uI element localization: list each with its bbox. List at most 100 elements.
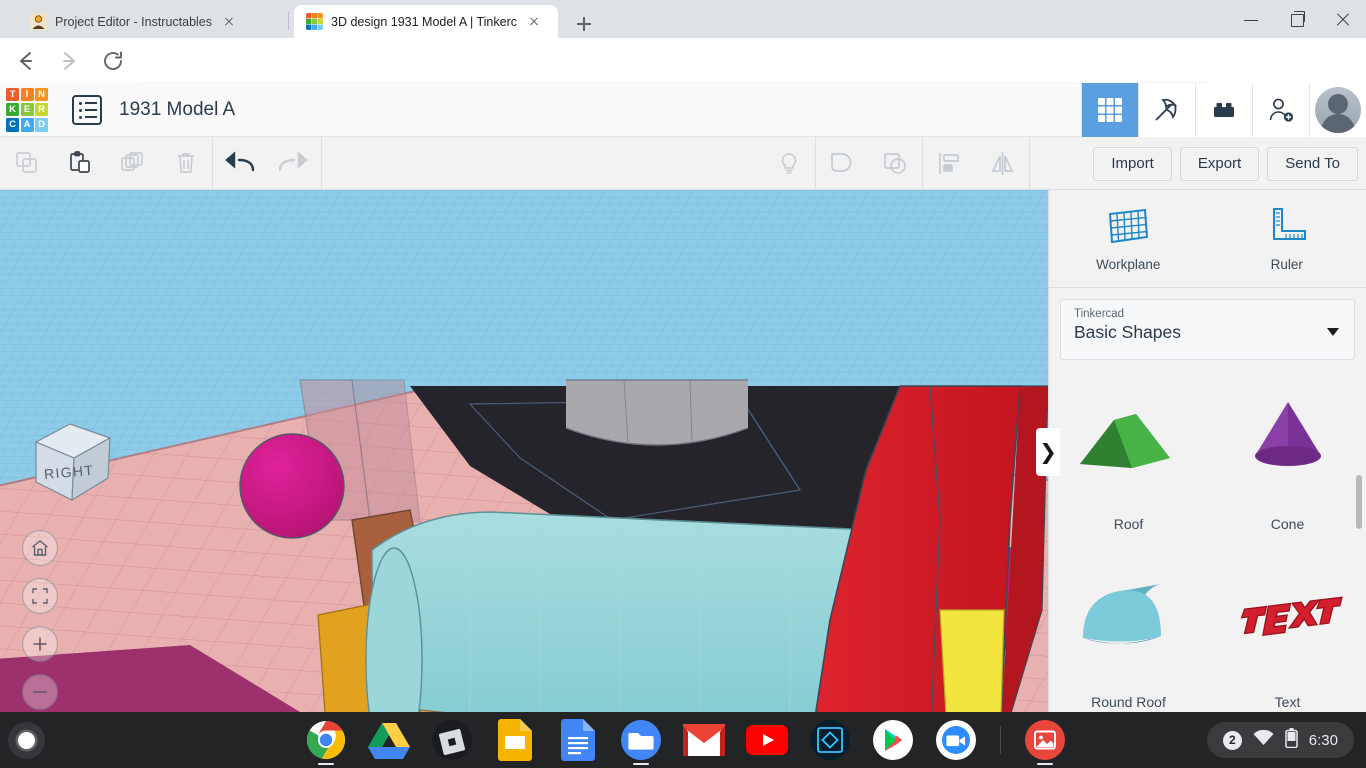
workplane-icon: [1105, 205, 1151, 250]
google-play-icon[interactable]: [869, 716, 917, 764]
page-title: 1931 Model A: [119, 99, 235, 121]
library-value: Basic Shapes: [1074, 322, 1341, 343]
avatar[interactable]: [1309, 83, 1366, 137]
screen: Project Editor - Instructables 3D design: [0, 0, 1366, 768]
shapes-panel: Workplane Ruler Tinkercad Basic Shapes: [1048, 190, 1366, 712]
undo-icon[interactable]: [213, 137, 266, 190]
send-to-button[interactable]: Send To: [1267, 147, 1358, 181]
back-icon[interactable]: [6, 42, 44, 80]
copy-icon[interactable]: [0, 137, 53, 190]
logo-tile-e: E: [21, 103, 34, 117]
mirror-icon[interactable]: [976, 137, 1029, 190]
home-view-icon[interactable]: [22, 530, 58, 566]
ruler-label: Ruler: [1271, 257, 1303, 272]
duplicate-icon[interactable]: [106, 137, 159, 190]
logo-tile-i: I: [21, 88, 34, 102]
redo-icon[interactable]: [266, 137, 319, 190]
cone-shape-icon: [1208, 362, 1366, 516]
browser-tab-1-title: 3D design 1931 Model A | Tinkerc: [331, 15, 517, 29]
minimize-icon[interactable]: [1228, 0, 1274, 38]
history-group: [213, 137, 319, 190]
workplane-label: Workplane: [1096, 257, 1160, 272]
taskbar-apps: [302, 716, 1069, 764]
fit-to-view-icon[interactable]: [22, 578, 58, 614]
youtube-icon[interactable]: [743, 716, 791, 764]
gallery-icon[interactable]: [1021, 716, 1069, 764]
add-person-icon[interactable]: [1252, 83, 1309, 137]
browser-tab-0[interactable]: Project Editor - Instructables: [18, 5, 280, 38]
shape-library-select[interactable]: Tinkercad Basic Shapes: [1060, 299, 1355, 360]
maximize-icon[interactable]: [1274, 0, 1320, 38]
logo-tile-c: C: [6, 118, 19, 132]
zoom-icon[interactable]: [932, 716, 980, 764]
roof-shape-icon: [1049, 362, 1208, 516]
system-tray[interactable]: 2 6:30: [1207, 722, 1354, 758]
paste-icon[interactable]: [53, 137, 106, 190]
group-icon[interactable]: [816, 137, 869, 190]
logo-tile-a: A: [21, 118, 34, 132]
forward-icon[interactable]: [50, 42, 88, 80]
browser-toolbar: tinkercad.com/things/aZ3x7ki8UBv-1931-mo…: [0, 38, 1366, 83]
toolbar-divider: [321, 137, 322, 190]
shape-label: Roof: [1114, 516, 1144, 532]
browser-tab-strip: Project Editor - Instructables 3D design: [0, 0, 1366, 38]
diagrams-icon[interactable]: [806, 716, 854, 764]
export-button[interactable]: Export: [1180, 147, 1259, 181]
reload-icon[interactable]: [94, 42, 132, 80]
tinkercad-icon: [306, 13, 323, 30]
new-tab-button[interactable]: [570, 10, 598, 38]
shape-item-text[interactable]: Text: [1208, 540, 1366, 712]
files-icon[interactable]: [617, 716, 665, 764]
shape-label: Text: [1275, 694, 1301, 710]
tinkercad-header: TINKERCAD 1931 Model A: [0, 83, 1366, 137]
roblox-icon[interactable]: [428, 716, 476, 764]
minecraft-pickaxe-icon[interactable]: [1138, 83, 1195, 137]
3d-viewport[interactable]: RIGHT: [0, 190, 1048, 712]
tinkercad-actions: Import Export Send To: [1093, 137, 1358, 190]
clock: 6:30: [1309, 732, 1338, 749]
close-icon[interactable]: [220, 13, 237, 30]
logo-tile-n: N: [35, 88, 48, 102]
notification-badge[interactable]: 2: [1223, 731, 1242, 750]
toolbar-divider: [1029, 137, 1030, 190]
panel-collapse-handle[interactable]: ❯: [1036, 428, 1060, 476]
project-list-icon[interactable]: [72, 95, 102, 125]
browser-tab-0-title: Project Editor - Instructables: [55, 15, 212, 29]
battery-icon: [1285, 728, 1298, 753]
google-docs-icon[interactable]: [554, 716, 602, 764]
taskbar-divider: [1000, 726, 1001, 754]
library-kicker: Tinkercad: [1074, 308, 1341, 320]
light-bulb-icon[interactable]: [762, 137, 815, 190]
shape-item-roof[interactable]: Roof: [1049, 362, 1208, 540]
ruler-tool[interactable]: Ruler: [1208, 190, 1366, 287]
shape-grid: Roof Cone: [1049, 362, 1366, 712]
close-icon[interactable]: [525, 13, 542, 30]
view-cube[interactable]: RIGHT: [24, 412, 120, 508]
zoom-in-icon[interactable]: [22, 626, 58, 662]
chrome-icon[interactable]: [302, 716, 350, 764]
google-drive-icon[interactable]: [365, 716, 413, 764]
launcher-button[interactable]: [8, 722, 45, 759]
panel-tools: Workplane Ruler: [1049, 190, 1366, 288]
ungroup-icon[interactable]: [869, 137, 922, 190]
workplane-tool[interactable]: Workplane: [1049, 190, 1208, 287]
import-button[interactable]: Import: [1093, 147, 1172, 181]
zoom-out-icon[interactable]: [22, 674, 58, 710]
align-icon[interactable]: [923, 137, 976, 190]
logo-tile-d: D: [35, 118, 48, 132]
shape-label: Cone: [1271, 516, 1304, 532]
tab-divider: [288, 12, 289, 30]
panel-scrollbar[interactable]: [1356, 475, 1362, 529]
grid-view-icon[interactable]: [1081, 83, 1138, 137]
gmail-icon[interactable]: [680, 716, 728, 764]
delete-icon[interactable]: [159, 137, 212, 190]
logo-tile-k: K: [6, 103, 19, 117]
google-slides-icon[interactable]: [491, 716, 539, 764]
browser-tab-1[interactable]: 3D design 1931 Model A | Tinkerc: [294, 5, 558, 38]
tinkercad-logo-icon[interactable]: TINKERCAD: [0, 83, 54, 137]
lego-brick-icon[interactable]: [1195, 83, 1252, 137]
close-window-icon[interactable]: [1320, 0, 1366, 38]
shape-item-round-roof[interactable]: Round Roof: [1049, 540, 1208, 712]
viewport-nav-buttons: [22, 530, 58, 712]
shape-item-cone[interactable]: Cone: [1208, 362, 1366, 540]
